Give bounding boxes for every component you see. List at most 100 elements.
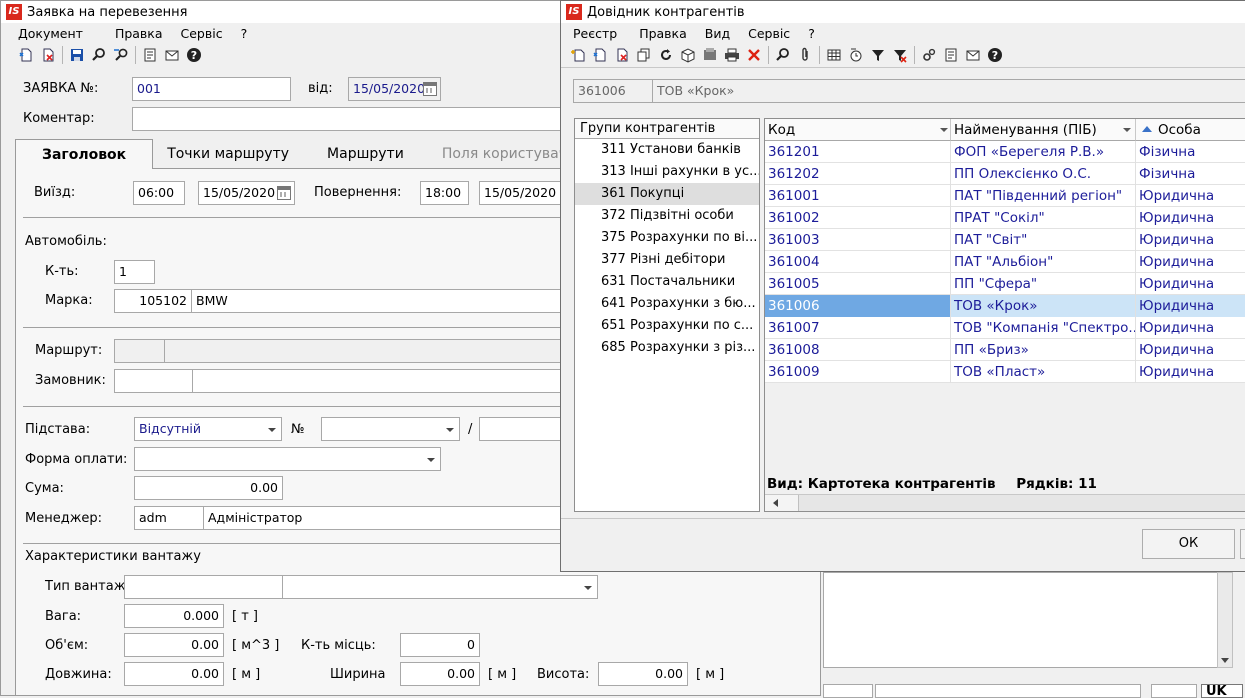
properties-icon[interactable] [940,44,962,66]
chevron-down-icon[interactable] [584,586,592,590]
menu-edit[interactable]: Правка [106,26,172,41]
group-item[interactable]: 311 Установи банків [575,139,759,161]
return-time-field[interactable]: 18:00 [420,181,469,205]
group-item[interactable]: 372 Підзвітні особи [575,205,759,227]
refresh-icon[interactable] [655,44,677,66]
calendar-icon[interactable] [277,186,291,200]
save-icon[interactable] [66,44,88,66]
table-view-icon[interactable] [823,44,845,66]
manager-name-field[interactable]: Адміністратор [203,506,573,530]
help-icon[interactable]: ? [183,44,205,66]
chevron-down-icon[interactable] [427,458,435,462]
menu-registry[interactable]: Реєстр [564,26,626,41]
menu-view[interactable]: Вид [696,26,739,41]
help-icon[interactable]: ? [984,44,1006,66]
sum-field[interactable]: 0.00 [134,476,283,500]
print-icon[interactable] [721,44,743,66]
group-item[interactable]: 641 Розрахунки з бю... [575,293,759,315]
archive-icon[interactable] [699,44,721,66]
dialog-titlebar[interactable]: IS Довідник контрагентів [561,1,1245,23]
chevron-down-icon[interactable] [446,428,454,432]
table-row[interactable]: 361201 ФОП «Берегеля Р.В.» Фізична [765,141,1245,163]
menu-help[interactable]: ? [799,26,824,41]
search-next-icon[interactable] [110,44,132,66]
attachment-icon[interactable] [794,44,816,66]
weight-field[interactable]: 0.000 [124,604,224,628]
table-row[interactable]: 361001 ПАТ "Південний регіон" Юридична [765,185,1245,207]
clear-filter-icon[interactable] [889,44,911,66]
group-item[interactable]: 685 Розрахунки з різ... [575,337,759,359]
length-field[interactable]: 0.00 [124,662,224,686]
settings-icon[interactable] [918,44,940,66]
column-header-name[interactable]: Найменування (ПІБ) [951,119,1136,141]
cargo-type-select[interactable] [282,575,598,599]
horizontal-scrollbar[interactable] [765,494,1245,511]
mail-icon[interactable] [962,44,984,66]
table-row[interactable]: 361007 ТОВ "Компанія "Спектро... Юридична [765,317,1245,339]
group-item-selected[interactable]: 361 Покупці [575,183,759,205]
request-date-field[interactable]: 15/05/2020 [348,77,441,101]
departure-time-field[interactable]: 06:00 [133,181,185,205]
volume-field[interactable]: 0.00 [124,633,224,657]
column-header-type[interactable]: Особа [1136,119,1245,141]
chevron-down-icon[interactable] [268,428,276,432]
car-brand-code-field[interactable]: 105102 [114,289,192,313]
tab-route-points[interactable]: Точки маршруту [153,139,303,169]
mail-icon[interactable] [161,44,183,66]
delete-record-icon[interactable] [611,44,633,66]
car-count-field[interactable]: 1 [114,260,155,284]
width-field[interactable]: 0.00 [400,662,480,686]
group-item[interactable]: 377 Різні дебітори [575,249,759,271]
search-icon[interactable] [88,44,110,66]
copy-icon[interactable] [633,44,655,66]
request-number-field[interactable]: 001 [132,77,291,101]
properties-icon[interactable] [139,44,161,66]
background-textarea[interactable] [823,572,1218,668]
tab-routes[interactable]: Маршрути [303,139,428,169]
table-row[interactable]: 361009 ТОВ «Пласт» Юридична [765,361,1245,383]
sort-ascending-icon[interactable] [1142,126,1152,132]
background-scrollbar[interactable] [1217,572,1233,668]
delete-document-icon[interactable] [37,44,59,66]
table-row[interactable]: 361004 ПАТ "Альбіон" Юридична [765,251,1245,273]
group-item[interactable]: 375 Розрахунки по ві... [575,227,759,249]
close-icon[interactable] [743,44,765,66]
menu-document[interactable]: Документ [9,26,92,41]
basis-number-select[interactable] [321,417,460,441]
table-row-selected[interactable]: 361006 ТОВ «Крок» Юридична [765,295,1245,317]
new-document-icon[interactable] [15,44,37,66]
places-count-field[interactable]: 0 [400,633,480,657]
car-brand-name-field[interactable]: BMW [191,289,571,313]
route-code-field[interactable] [114,339,165,363]
group-item[interactable]: 313 Інші рахунки в ус... [575,161,759,183]
customer-code-field[interactable] [114,369,193,393]
menu-edit[interactable]: Правка [630,26,696,41]
cargo-type-code-field[interactable] [124,575,283,599]
group-item[interactable]: 651 Розрахунки по с... [575,315,759,337]
table-row[interactable]: 361008 ПП «Бриз» Юридична [765,339,1245,361]
menu-service[interactable]: Сервіс [172,26,232,41]
table-row[interactable]: 361005 ПП "Сфера" Юридична [765,273,1245,295]
new-group-icon[interactable] [589,44,611,66]
customer-name-field[interactable] [192,369,572,393]
payment-form-select[interactable] [134,447,441,471]
table-row[interactable]: 361003 ПАТ "Світ" Юридична [765,229,1245,251]
ok-button[interactable]: ОК [1142,529,1235,559]
table-row[interactable]: 361202 ПП Олексієнко О.С. Фізична [765,163,1245,185]
package-icon[interactable] [677,44,699,66]
table-row[interactable]: 361002 ПРАТ "Сокіл" Юридична [765,207,1245,229]
history-icon[interactable] [845,44,867,66]
scroll-down-icon[interactable] [1221,658,1229,663]
menu-help[interactable]: ? [232,26,257,41]
height-field[interactable]: 0.00 [598,662,688,686]
menu-service[interactable]: Сервіс [739,26,799,41]
chevron-down-icon[interactable] [940,128,948,132]
column-header-code[interactable]: Код [765,119,951,141]
basis-select[interactable]: Відсутній [134,417,282,441]
calendar-icon[interactable] [423,82,437,96]
scroll-left-button[interactable] [765,495,799,511]
tab-header[interactable]: Заголовок [15,139,154,169]
chevron-down-icon[interactable] [1123,128,1131,132]
filter-icon[interactable] [867,44,889,66]
manager-code-field[interactable]: adm [134,506,204,530]
